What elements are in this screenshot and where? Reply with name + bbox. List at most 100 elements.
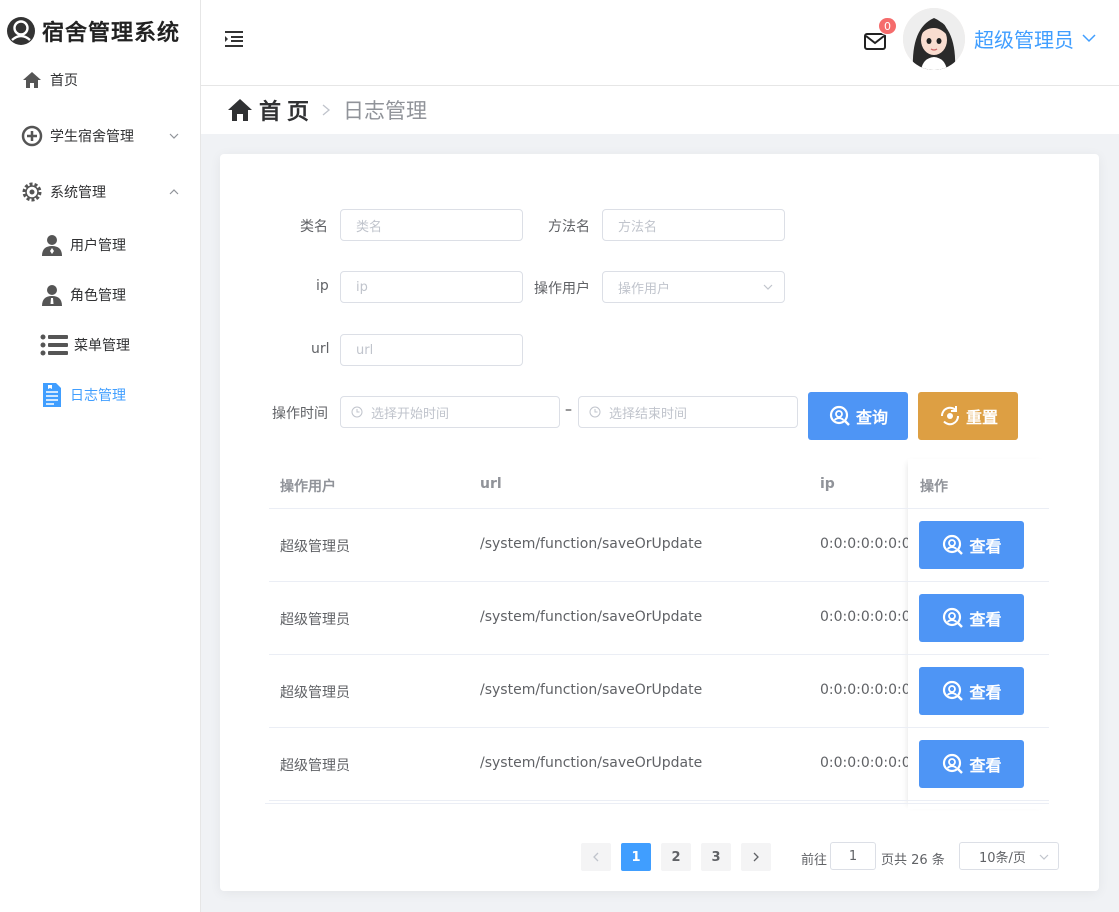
chevron-down-icon[interactable] [1081, 30, 1097, 46]
sidebar-item-label: 日志管理 [70, 388, 126, 404]
user-icon [40, 233, 64, 257]
col-header-url: url [480, 476, 502, 492]
cell-ip: 0:0:0:0:0:0:0:1 [820, 536, 908, 552]
end-time-placeholder: 选择结束时间 [609, 406, 688, 422]
sidebar-item-home[interactable]: 首页 [0, 66, 200, 94]
view-button[interactable]: 查看 [919, 667, 1024, 715]
reset-button-label: 重置 [965, 408, 998, 427]
query-button[interactable]: 查询 [808, 392, 908, 440]
search-icon [943, 680, 964, 701]
page-size-value: 10条/页 [979, 850, 1026, 866]
query-button-label: 查询 [855, 408, 888, 427]
page-1-button[interactable]: 1 [621, 843, 651, 871]
ip-label: ip [316, 278, 329, 294]
col-header-action: 操作 [920, 479, 948, 495]
time-label: 操作时间 [272, 406, 328, 422]
view-button-label: 查看 [969, 756, 1002, 775]
cell-url: /system/function/saveOrUpdate [480, 609, 703, 625]
breadcrumb-current: 日志管理 [343, 99, 428, 123]
chevron-up-icon [169, 189, 179, 195]
page-2-button[interactable]: 2 [661, 843, 691, 871]
col-header-ip: ip [820, 476, 835, 492]
start-time-picker[interactable]: 选择开始时间 [340, 396, 560, 428]
menu-fold-icon[interactable] [223, 28, 245, 50]
sidebar-item-label: 角色管理 [70, 288, 126, 304]
view-button[interactable]: 查看 [919, 594, 1024, 642]
cell-url: /system/function/saveOrUpdate [480, 682, 703, 698]
reset-button[interactable]: 重置 [918, 392, 1018, 440]
table-row: 超级管理员 /system/function/saveOrUpdate 0:0:… [269, 582, 1049, 655]
view-button[interactable]: 查看 [919, 521, 1024, 569]
chevron-down-icon [763, 284, 773, 290]
document-icon [40, 383, 64, 407]
operator-placeholder: 操作用户 [618, 281, 671, 297]
chevron-right-icon [322, 104, 331, 116]
view-button[interactable]: 查看 [919, 740, 1024, 788]
cell-ip: 0:0:0:0:0:0:0:1 [820, 609, 908, 625]
top-header: 0 超级管理员 [201, 0, 1119, 86]
range-separator: – [565, 402, 572, 418]
search-icon [943, 534, 964, 555]
table-row: 超级管理员 /system/function/saveOrUpdate 0:0:… [269, 655, 1049, 728]
prev-page-button[interactable] [581, 843, 611, 871]
role-icon [40, 283, 64, 307]
avatar[interactable] [903, 8, 965, 70]
sidebar-item-label: 用户管理 [70, 238, 126, 254]
view-button-label: 查看 [969, 683, 1002, 702]
sidebar: 宿舍管理系统 首页 学生宿舍管理 系统管理 用户管理 角色管理 菜单管理 日志管… [0, 0, 201, 912]
home-icon [228, 99, 252, 121]
class-input[interactable]: 类名 [340, 209, 523, 241]
operator-select[interactable]: 操作用户 [602, 271, 785, 303]
cell-user: 超级管理员 [280, 685, 350, 701]
method-label: 方法名 [548, 219, 590, 235]
sidebar-item-logs[interactable]: 日志管理 [0, 381, 200, 409]
cell-user: 超级管理员 [280, 539, 350, 555]
chevron-left-icon [593, 852, 599, 862]
goto-page-input[interactable]: 1 [830, 842, 876, 870]
sidebar-item-roles[interactable]: 角色管理 [0, 281, 200, 309]
ip-placeholder: ip [356, 279, 368, 295]
cell-user: 超级管理员 [280, 612, 350, 628]
breadcrumb-home[interactable]: 首页 [259, 94, 315, 126]
col-header-user: 操作用户 [280, 479, 336, 495]
url-input[interactable]: url [340, 334, 523, 366]
cell-user: 超级管理员 [280, 758, 350, 774]
table-scrollbar-track[interactable] [265, 803, 1049, 804]
logo-icon [7, 17, 35, 45]
view-button-label: 查看 [969, 610, 1002, 629]
url-placeholder: url [356, 342, 374, 358]
sidebar-item-users[interactable]: 用户管理 [0, 231, 200, 259]
app-title: 宿舍管理系统 [42, 21, 181, 46]
table-header: 操作用户 url ip 操作 [269, 459, 1049, 509]
gear-icon [20, 180, 44, 204]
search-icon [943, 753, 964, 774]
chevron-right-icon [753, 852, 759, 862]
chevron-down-icon [169, 133, 179, 139]
refresh-icon [940, 406, 959, 426]
search-icon [943, 607, 964, 628]
operator-label: 操作用户 [534, 281, 590, 297]
page-size-select[interactable]: 10条/页 [959, 842, 1059, 870]
view-button-label: 查看 [969, 537, 1002, 556]
plus-circle-icon [20, 124, 44, 148]
page-3-button[interactable]: 3 [701, 843, 731, 871]
cell-ip: 0:0:0:0:0:0:0:1 [820, 755, 908, 771]
list-icon [40, 333, 68, 357]
sidebar-item-label: 首页 [50, 73, 78, 89]
sidebar-item-label: 菜单管理 [74, 338, 130, 354]
cell-url: /system/function/saveOrUpdate [480, 755, 703, 771]
breadcrumb: 首页 日志管理 [201, 86, 1119, 134]
ip-input[interactable]: ip [340, 271, 523, 303]
sidebar-item-menus[interactable]: 菜单管理 [0, 331, 200, 359]
cell-url: /system/function/saveOrUpdate [480, 536, 703, 552]
next-page-button[interactable] [741, 843, 771, 871]
sidebar-item-system[interactable]: 系统管理 [0, 178, 200, 206]
chevron-down-icon [1039, 854, 1049, 860]
url-label: url [311, 341, 330, 357]
end-time-picker[interactable]: 选择结束时间 [578, 396, 798, 428]
log-management-card: 类名 类名 方法名 方法名 ip ip 操作用户 操作用户 url url 操作… [220, 154, 1099, 891]
user-name[interactable]: 超级管理员 [974, 24, 1074, 53]
notification-badge: 0 [878, 17, 897, 35]
sidebar-item-student-dorm[interactable]: 学生宿舍管理 [0, 122, 200, 150]
method-input[interactable]: 方法名 [602, 209, 785, 241]
